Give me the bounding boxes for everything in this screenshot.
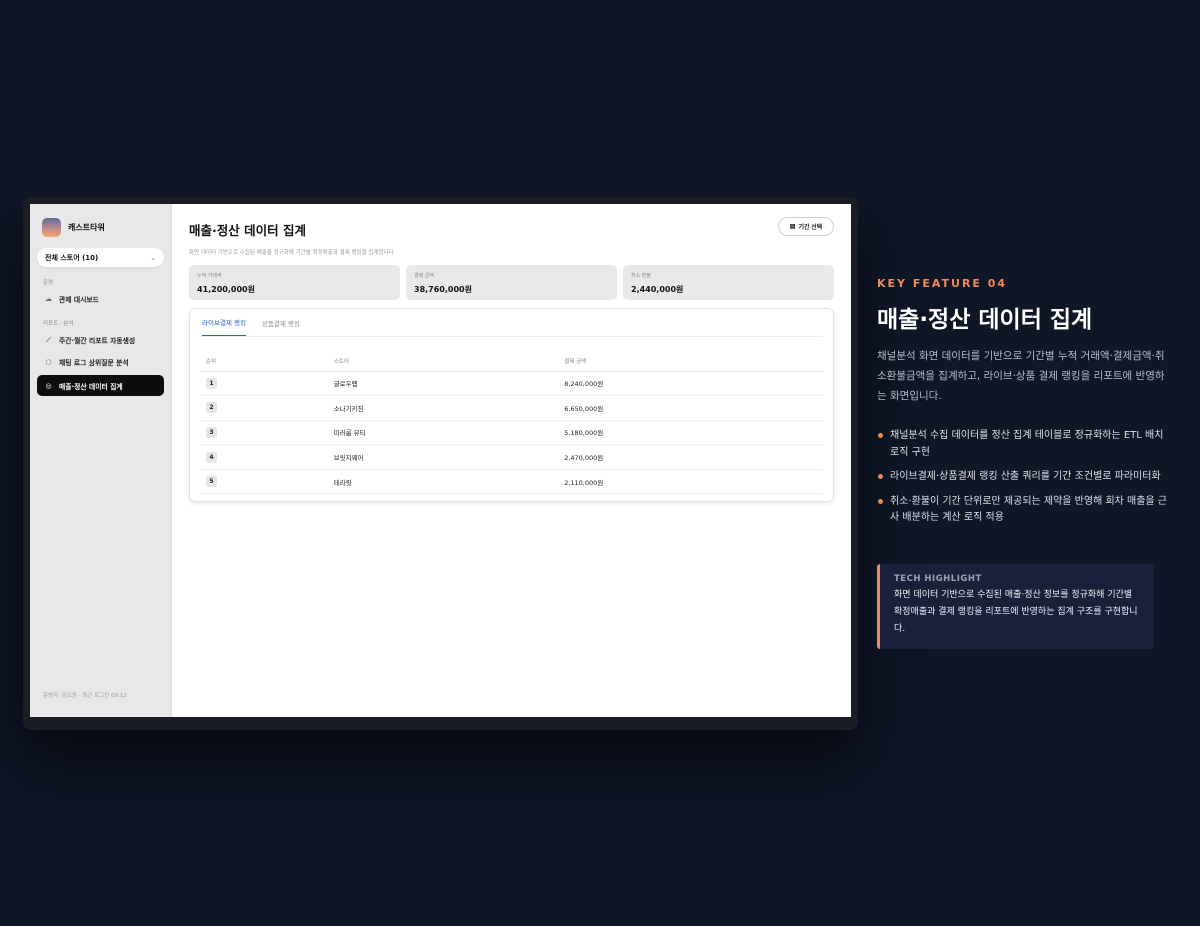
feature-bullet: 채널분석 수집 데이터를 정산 집계 테이블로 정규화하는 ETL 배치 로직 … (877, 428, 1167, 461)
sidebar-section-ops: 운영 (43, 280, 54, 286)
store-cell: 소나기키친 (327, 395, 559, 421)
sidebar-item-label: 주간·월간 리포트 자동생성 (59, 337, 136, 345)
rank-badge: 2 (206, 402, 217, 414)
card-value: 2,440,000원 (631, 285, 684, 294)
table-row[interactable]: 3 미러룸 뷰티 5,180,000원 (200, 420, 823, 446)
chart-line-icon: ⟋ (46, 335, 51, 344)
sidebar-section-reports: 리포트 · 분석 (43, 321, 74, 327)
card-value: 41,200,000원 (197, 285, 255, 294)
feature-bullet: 취소·환불이 기간 단위로만 제공되는 제약을 반영해 회차 매출을 근사 배분… (877, 494, 1167, 527)
sidebar-item-label: 매출·정산 데이터 집계 (59, 382, 123, 391)
brand-logo (42, 217, 61, 237)
sidebar-footer: 운영자: 김도윤 · 최근 로그인 09:12 (43, 693, 127, 699)
rank-badge: 3 (206, 426, 217, 438)
chevron-down-icon: ⌄ (150, 253, 156, 262)
feature-kicker: KEY FEATURE 04 (877, 277, 1008, 290)
card-value: 38,760,000원 (414, 285, 472, 294)
ranking-table: 순위 스토어 결제 금액 1 글로우랩 8,240,000원 2 소나기키친 6… (200, 351, 823, 495)
feature-description: 채널분석 화면 데이터를 기반으로 기간별 누적 거래액·결제금액·취소환불금액… (877, 350, 1165, 402)
summary-card-refund: 취소 환불 2,440,000원 (623, 265, 834, 300)
sidebar-item-label: 채팅 로그 상위질문 분석 (59, 359, 129, 367)
sidebar-item-dashboard[interactable]: ☁ 관제 대시보드 (37, 290, 164, 308)
table-row[interactable]: 5 테라핏 2,110,000원 (200, 469, 823, 495)
tab-live-ranking[interactable]: 라이브결제 랭킹 (202, 317, 246, 336)
sidebar-item-chat-analysis[interactable]: ○ 채팅 로그 상위질문 분석 (37, 353, 164, 371)
amount-cell: 5,180,000원 (558, 420, 823, 446)
store-select-label: 전체 스토어 (10) (45, 253, 99, 262)
store-select[interactable]: 전체 스토어 (10) ⌄ (37, 248, 164, 267)
rank-badge: 5 (206, 476, 217, 488)
store-cell: 미러룸 뷰티 (327, 420, 559, 446)
chat-icon: ○ (45, 358, 52, 366)
amount-cell: 8,240,000원 (558, 371, 823, 397)
table-row[interactable]: 4 브릿지웨어 2,470,000원 (200, 444, 823, 470)
summary-cards: 누적 거래액 41,200,000원 결제 금액 38,760,000원 취소 … (189, 265, 834, 300)
tab-product-ranking[interactable]: 상품결제 랭킹 (262, 318, 300, 336)
period-select-button[interactable]: ▤ 기간 선택 (778, 217, 834, 236)
brand: 캐스트타워 (37, 217, 164, 237)
sidebar: 캐스트타워 전체 스토어 (10) ⌄ 운영 ☁ 관제 대시보드 리포트 · 분… (30, 204, 172, 717)
period-select-label: 기간 선택 (798, 225, 823, 231)
cloud-icon: ☁ (45, 295, 52, 303)
calendar-icon: ▤ (789, 224, 796, 230)
rank-badge: 1 (206, 377, 217, 389)
app-screen: 캐스트타워 전체 스토어 (10) ⌄ 운영 ☁ 관제 대시보드 리포트 · 분… (30, 204, 851, 717)
store-cell: 브릿지웨어 (327, 444, 559, 470)
brand-name: 캐스트타워 (68, 222, 105, 232)
column-header-store: 스토어 (327, 351, 559, 372)
card-label: 누적 거래액 (197, 273, 222, 279)
summary-card-total: 누적 거래액 41,200,000원 (189, 265, 400, 300)
main-content: 매출·정산 데이터 집계 화면 데이터 기반으로 수집된 매출을 정규화해 기간… (172, 204, 851, 717)
tech-highlight-title: TECH HIGHLIGHT (894, 574, 982, 584)
page-subtitle: 화면 데이터 기반으로 수집된 매출을 정규화해 기간별 확정매출과 결제 랭킹… (189, 250, 394, 256)
amount-cell: 6,650,000원 (558, 395, 823, 421)
column-header-rank: 순위 (200, 351, 328, 372)
card-label: 결제 금액 (414, 273, 434, 279)
column-header-amount: 결제 금액 (558, 351, 823, 372)
table-header-row: 순위 스토어 결제 금액 (200, 351, 823, 372)
tech-highlight-body: 화면 데이터 기반으로 수집된 매출·정산 정보를 정규화해 기간별 확정매출과… (894, 590, 1138, 634)
summary-card-payment: 결제 금액 38,760,000원 (406, 265, 617, 300)
sidebar-item-label: 관제 대시보드 (59, 296, 99, 304)
ranking-tabs: 라이브결제 랭킹 상품결제 랭킹 (200, 309, 823, 337)
page-title: 매출·정산 데이터 집계 (189, 223, 306, 238)
ranking-panel: 라이브결제 랭킹 상품결제 랭킹 순위 스토어 결제 금액 1 글로우랩 8,2… (189, 308, 834, 502)
amount-cell: 2,470,000원 (558, 444, 823, 470)
store-cell: 글로우랩 (327, 371, 559, 397)
table-row[interactable]: 1 글로우랩 8,240,000원 (200, 371, 823, 397)
table-row[interactable]: 2 소나기키친 6,650,000원 (200, 395, 823, 421)
feature-title: 매출·정산 데이터 집계 (877, 307, 1093, 333)
tech-highlight-box: TECH HIGHLIGHT 화면 데이터 기반으로 수집된 매출·정산 정보를… (877, 564, 1154, 649)
store-cell: 테라핏 (327, 469, 559, 495)
card-label: 취소 환불 (631, 273, 651, 279)
sidebar-item-weekly-report[interactable]: ⟋ 주간·월간 리포트 자동생성 (37, 331, 164, 349)
feature-bullets: 채널분석 수집 데이터를 정산 집계 테이블로 정규화하는 ETL 배치 로직 … (877, 428, 1167, 535)
rank-badge: 4 (206, 451, 217, 463)
coins-icon: ◎ (45, 381, 52, 390)
amount-cell: 2,110,000원 (558, 469, 823, 495)
sidebar-item-sales-settlement[interactable]: ◎ 매출·정산 데이터 집계 (37, 375, 164, 396)
feature-bullet: 라이브결제·상품결제 랭킹 산출 쿼리를 기간 조건별로 파라미터화 (877, 469, 1167, 486)
